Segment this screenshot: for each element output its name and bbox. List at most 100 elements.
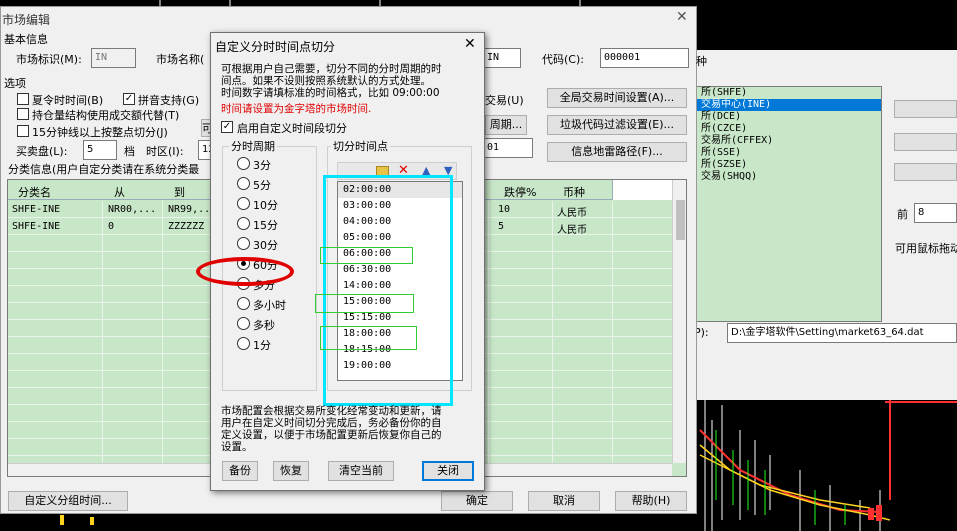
window-title: 市场编辑: [2, 13, 51, 27]
custom-group-time-button[interactable]: 自定义分组时间...: [8, 491, 128, 511]
cut-group-title: 切分时间点: [331, 138, 390, 154]
backup-button[interactable]: 备份: [222, 461, 258, 481]
table-col-divider: [612, 201, 613, 218]
header-down[interactable]: 跌停%: [504, 184, 536, 200]
timezone-label: 时区(I):: [146, 145, 184, 158]
exchange-list-item[interactable]: 所(CZCE): [695, 123, 881, 135]
enable-custom-checkbox[interactable]: ✓: [221, 121, 233, 133]
period-radio[interactable]: [237, 337, 250, 350]
period-radio[interactable]: [237, 217, 250, 230]
cycle-button[interactable]: 周期...: [485, 115, 527, 135]
window-close-icon[interactable]: ✕: [676, 9, 688, 25]
table-col-divider: [102, 388, 103, 405]
dialog-close-button[interactable]: 关闭: [422, 461, 474, 481]
dialog-bottom-3: 定义设置，以便于市场配置更新后恢复你自己的: [221, 429, 442, 441]
table-col-divider: [552, 303, 553, 320]
table-col-divider: [102, 218, 103, 235]
summer-time-label: 夏令时时间(B): [32, 94, 104, 107]
market-id-label: 市场标识(M):: [16, 53, 82, 66]
custom-time-dialog: 自定义分时时间点切分 ✕ 可根据用户自己需要，切分不同的分时周期的时 间点。如果…: [196, 32, 485, 491]
table-col-divider: [552, 337, 553, 354]
table-col-divider: [612, 235, 613, 252]
period-radio[interactable]: [237, 297, 250, 310]
vscroll-thumb[interactable]: [676, 200, 685, 240]
header-currency[interactable]: 币种: [563, 184, 585, 200]
table-col-divider: [612, 439, 613, 456]
drag-hint: 可用鼠标拖动: [895, 242, 957, 255]
dang-label: 档: [124, 145, 135, 158]
table-col-divider: [162, 354, 163, 371]
dialog-close-icon[interactable]: ✕: [464, 36, 476, 52]
pinyin-checkbox[interactable]: ✓: [123, 93, 135, 105]
table-cell-from: 0: [108, 221, 115, 232]
table-col-divider: [102, 405, 103, 422]
header-to[interactable]: 到: [174, 184, 185, 200]
buy-sell-label: 买卖盘(L):: [16, 145, 68, 158]
table-col-divider: [162, 218, 163, 235]
header-name[interactable]: 分类名: [18, 184, 51, 200]
fifteen-min-checkbox[interactable]: [17, 125, 29, 137]
table-col-divider: [488, 320, 489, 337]
table-col-divider: [552, 371, 553, 388]
table-col-divider: [102, 337, 103, 354]
table-col-divider: [102, 354, 103, 371]
help-button[interactable]: 帮助(H): [615, 491, 687, 511]
hold-volume-checkbox[interactable]: [17, 108, 29, 120]
info-mine-path-button[interactable]: 信息地雷路径(F)...: [547, 142, 687, 162]
path-input[interactable]: D:\金字塔软件\Setting\market63_64.dat: [727, 323, 957, 343]
period-group-title: 分时周期: [229, 138, 277, 154]
header-from[interactable]: 从: [114, 184, 125, 200]
restore-button[interactable]: 恢复: [273, 461, 309, 481]
exchange-list-item[interactable]: 交易所(CFFEX): [695, 135, 881, 147]
period-radio[interactable]: [237, 157, 250, 170]
period-radio[interactable]: [237, 237, 250, 250]
market-id-input[interactable]: IN: [91, 48, 136, 68]
table-col-divider: [488, 286, 489, 303]
hidden-label-zhong: 种: [696, 55, 707, 68]
code-input[interactable]: 000001: [600, 48, 689, 68]
table-col-divider: [552, 439, 553, 456]
table-col-divider: [488, 269, 489, 286]
exchange-list-item[interactable]: 所(SHFE): [695, 87, 881, 99]
qian-input[interactable]: 8: [914, 203, 957, 223]
table-col-divider: [612, 303, 613, 320]
exchange-list-item[interactable]: 所(SSE): [695, 147, 881, 159]
garbage-filter-button[interactable]: 垃圾代码过滤设置(E)...: [547, 115, 687, 135]
hold-volume-label: 持仓量结构使用成交额代替(T): [32, 109, 180, 122]
period-radio[interactable]: [237, 317, 250, 330]
period-radio[interactable]: [237, 197, 250, 210]
table-col-divider: [102, 269, 103, 286]
clear-current-button[interactable]: 清空当前: [328, 461, 394, 481]
table-col-divider: [612, 371, 613, 388]
summer-time-checkbox[interactable]: [17, 93, 29, 105]
table-vscrollbar[interactable]: [672, 180, 686, 463]
exchange-list-item[interactable]: 所(SZSE): [695, 159, 881, 171]
table-col-divider: [102, 303, 103, 320]
ok-button[interactable]: 确定: [441, 491, 513, 511]
table-cell-from: NR00,...: [108, 204, 157, 215]
annotation-green-box-1: [320, 247, 413, 264]
exchange-list-item[interactable]: 所(DCE): [695, 111, 881, 123]
table-col-divider: [552, 388, 553, 405]
cancel-button[interactable]: 取消: [528, 491, 600, 511]
buy-sell-input[interactable]: 5: [83, 140, 117, 160]
exchange-list-item[interactable]: 交易(SHQQ): [695, 171, 881, 183]
header-blank: [612, 180, 672, 200]
table-col-divider: [162, 320, 163, 337]
exchange-list[interactable]: 所(SHFE) 交易中心(INE) 所(DCE) 所(CZCE) 交易所(CFFEX) 所…: [694, 86, 882, 322]
right-button-3[interactable]: [894, 163, 957, 181]
period-radio[interactable]: [237, 177, 250, 190]
exchange-list-item[interactable]: 交易中心(INE): [695, 99, 881, 111]
table-col-divider: [612, 218, 613, 235]
global-trade-time-button[interactable]: 全局交易时间设置(A)...: [547, 88, 687, 108]
right-button-1[interactable]: [894, 100, 957, 118]
market-name-input[interactable]: IN: [483, 48, 521, 68]
table-col-divider: [552, 405, 553, 422]
table-col-divider: [102, 439, 103, 456]
dialog-bottom-4: 设置。: [221, 441, 253, 453]
annotation-red-ellipse: [196, 257, 294, 286]
right-button-2[interactable]: [894, 133, 957, 151]
field-01-input[interactable]: 01: [483, 138, 533, 158]
table-col-divider: [612, 252, 613, 269]
table-col-divider: [552, 252, 553, 269]
